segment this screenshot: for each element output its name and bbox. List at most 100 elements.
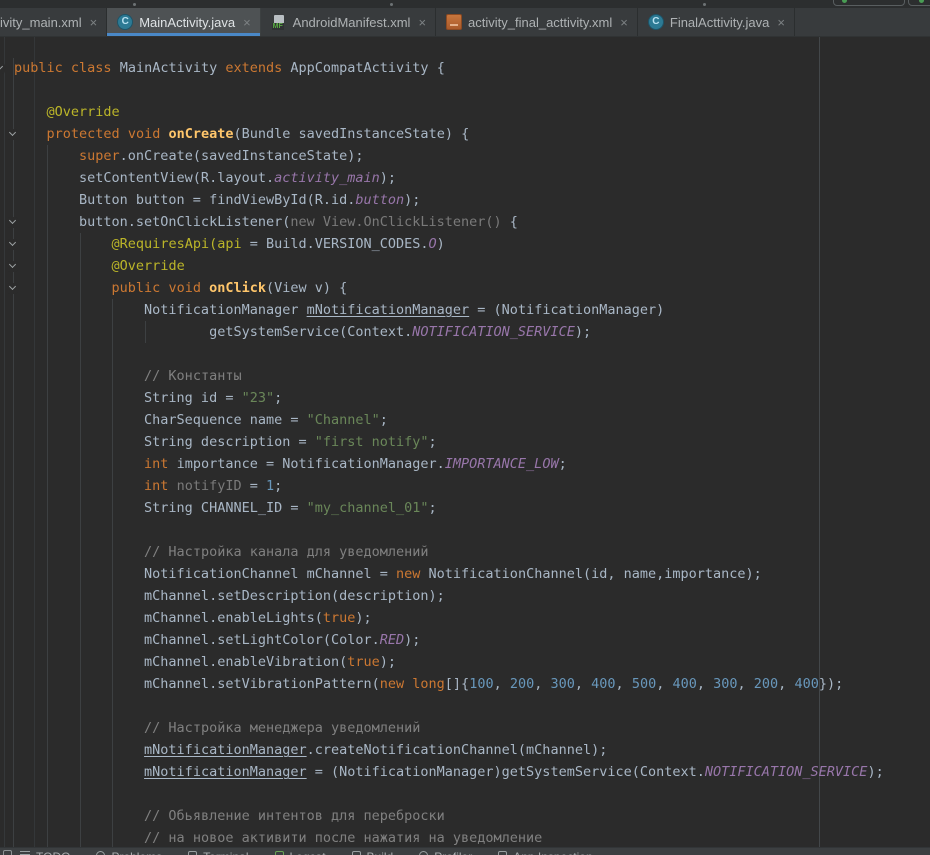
- code-token: 200: [754, 676, 778, 692]
- tool-window-button-label: TODO: [36, 850, 70, 855]
- tab-activity-final-acttivity-xml[interactable]: activity_final_acttivity.xml×: [436, 8, 638, 36]
- tool-window-button-build[interactable]: Build: [352, 850, 394, 855]
- device-widget[interactable]: [908, 0, 930, 6]
- code-token: [14, 830, 144, 846]
- tab-label: FinalActtivity.java: [670, 15, 769, 30]
- code-line: public class MainActivity extends AppCom…: [0, 57, 930, 79]
- tab-androidmanifest-xml[interactable]: MF AndroidManifest.xml ×: [261, 8, 436, 36]
- code-line: mChannel.enableVibration(true);: [0, 651, 930, 673]
- code-token: );: [867, 764, 883, 780]
- code-token: ): [437, 236, 445, 252]
- code-token: []{: [445, 676, 469, 692]
- tool-window-button-terminal[interactable]: Terminal: [188, 850, 248, 855]
- code-editor[interactable]: public class MainActivity extends AppCom…: [0, 37, 930, 847]
- code-token: // Настройка канала для уведомлений: [144, 544, 428, 560]
- code-token: mChannel.setLightColor(Color.: [14, 632, 380, 648]
- code-line: super.onCreate(savedInstanceState);: [0, 145, 930, 167]
- code-token: mChannel.setVibrationPattern(: [14, 676, 380, 692]
- close-tab-icon[interactable]: ×: [243, 16, 251, 29]
- code-line: // Обьявление интентов для переброски: [0, 805, 930, 827]
- code-line: @RequiresApi(api = Build.VERSION_CODES.O…: [0, 233, 930, 255]
- code-line: CharSequence name = "Channel";: [0, 409, 930, 431]
- code-line: NotificationManager mNotificationManager…: [0, 299, 930, 321]
- code-line: mChannel.setDescription(description);: [0, 585, 930, 607]
- code-token: String CHANNEL_ID =: [14, 500, 307, 516]
- fold-region-icon[interactable]: [7, 129, 18, 140]
- tab-ivity-main-xml[interactable]: ivity_main.xml×: [0, 8, 107, 36]
- tool-window-bar: TODO Problems Terminal Logcat Build Profiler A…: [0, 847, 930, 855]
- tab-label: AndroidManifest.xml: [293, 15, 411, 30]
- java-class-icon: C: [117, 14, 133, 30]
- code-token: NotificationManager: [14, 302, 307, 318]
- tool-window-button-logcat[interactable]: Logcat: [275, 850, 326, 855]
- code-token: });: [819, 676, 843, 692]
- code-token: setContentView(R.layout.: [14, 170, 274, 186]
- code-token: mChannel.enableLights(: [14, 610, 323, 626]
- code-line: [0, 783, 930, 805]
- tool-window-button-todo[interactable]: TODO: [20, 850, 70, 855]
- close-tab-icon[interactable]: ×: [418, 16, 426, 29]
- tab-mainactivity-java[interactable]: C MainActivity.java ×: [107, 8, 260, 36]
- code-line: String description = "first notify";: [0, 431, 930, 453]
- code-token: importance = NotificationManager.: [168, 456, 444, 472]
- run-icon[interactable]: [842, 0, 847, 3]
- code-token: CharSequence name =: [14, 412, 307, 428]
- tool-window-button-profiler[interactable]: Profiler: [419, 850, 472, 855]
- window-layout-icon[interactable]: [3, 850, 12, 855]
- fold-region-icon[interactable]: [7, 261, 18, 272]
- code-token: 200: [510, 676, 534, 692]
- fold-region-icon[interactable]: [0, 63, 5, 74]
- code-token: NotificationChannel(id, name,importance)…: [420, 566, 761, 582]
- close-tab-icon[interactable]: ×: [777, 16, 785, 29]
- tool-window-button-label: App Inspection: [513, 850, 592, 855]
- tab-finalacttivity-java[interactable]: CFinalActtivity.java×: [638, 8, 795, 36]
- tool-window-button-label: Build: [367, 850, 394, 855]
- code-token: void: [128, 126, 161, 142]
- code-token: class: [71, 60, 112, 76]
- code-token: 300: [551, 676, 575, 692]
- tab-label: MainActivity.java: [139, 15, 235, 30]
- code-token: void: [168, 280, 201, 296]
- code-token: [14, 104, 47, 120]
- code-token: [14, 368, 144, 384]
- manifest-icon: MF: [271, 14, 287, 30]
- code-token: "first notify": [315, 434, 429, 450]
- code-token: [14, 478, 144, 494]
- toolbar-icon: [133, 3, 136, 6]
- code-token: // Настройка менеджера уведомлений: [144, 720, 420, 736]
- fold-region-icon[interactable]: [7, 217, 18, 228]
- code-token: button: [355, 192, 404, 208]
- tool-window-button-problems[interactable]: Problems: [96, 850, 162, 855]
- fold-region-icon[interactable]: [7, 239, 18, 250]
- code-line: [0, 695, 930, 717]
- close-tab-icon[interactable]: ×: [620, 16, 628, 29]
- toolbar-icon: [703, 3, 706, 6]
- fold-region-icon[interactable]: [7, 283, 18, 294]
- code-token: new: [396, 566, 420, 582]
- tool-window-button-app-inspection[interactable]: App Inspection: [498, 850, 592, 855]
- code-token: true: [323, 610, 356, 626]
- code-token: // Обьявление интентов для переброски: [144, 808, 445, 824]
- code-token: 300: [713, 676, 737, 692]
- code-line: mChannel.setLightColor(Color.RED);: [0, 629, 930, 651]
- code-token: 500: [632, 676, 656, 692]
- code-token: = (NotificationManager)getSystemService(…: [307, 764, 705, 780]
- code-token: O: [429, 236, 437, 252]
- code-token: [14, 764, 144, 780]
- code-token: public: [112, 280, 161, 296]
- tool-window-button-label: Terminal: [203, 850, 248, 855]
- run-icon[interactable]: [919, 0, 924, 3]
- code-token: [14, 148, 79, 164]
- code-token: true: [347, 654, 380, 670]
- code-line: [0, 79, 930, 101]
- code-token: [14, 544, 144, 560]
- code-token: ,: [656, 676, 672, 692]
- close-tab-icon[interactable]: ×: [90, 16, 98, 29]
- code-token: "my_channel_01": [307, 500, 429, 516]
- code-token: "23": [242, 390, 275, 406]
- code-token: NOTIFICATION_SERVICE: [705, 764, 868, 780]
- run-configuration-widget[interactable]: [833, 0, 905, 6]
- code-token: IMPORTANCE_LOW: [445, 456, 559, 472]
- code-token: [120, 126, 128, 142]
- code-token: [14, 126, 47, 142]
